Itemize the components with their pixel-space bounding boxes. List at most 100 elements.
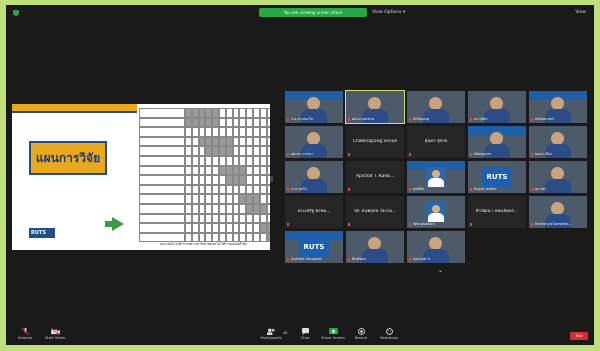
gantt-cell <box>253 136 260 147</box>
gantt-cell <box>225 232 233 243</box>
gantt-cell <box>225 204 233 214</box>
gantt-cell <box>205 146 213 156</box>
participant-tile[interactable]: Ramonya Kaewtha... <box>529 196 587 228</box>
gantt-cell <box>232 127 240 137</box>
participant-tile[interactable]: ผศ.ดร.ปิยะ <box>529 126 587 158</box>
participant-tile[interactable]: RUTS Supot Jaidee <box>468 161 526 193</box>
meeting-toolbar: Unmute Start Video Participants Chat Sha… <box>6 327 594 345</box>
view-button[interactable]: View <box>575 9 586 16</box>
participant-tile[interactable]: Chakkrapong Srisuk <box>346 126 404 158</box>
chevron-down-icon[interactable]: ⌄ <box>438 267 443 275</box>
gantt-cell <box>191 204 199 214</box>
gantt-cell <box>246 204 253 214</box>
participant-tile[interactable]: รศ. ธนพฤกษ์ ใจงาม... <box>346 196 404 228</box>
end-meeting-button[interactable]: End <box>570 332 588 340</box>
gantt-activity-cell <box>139 223 185 233</box>
participant-tile[interactable]: Apichat S. <box>407 231 465 263</box>
record-button[interactable]: Record <box>346 328 376 344</box>
view-options-button[interactable]: View Options ▾ <box>372 9 405 16</box>
gantt-cell <box>232 146 240 156</box>
gantt-cell <box>225 108 233 118</box>
gantt-cell <box>212 204 219 214</box>
reactions-icon <box>385 328 393 335</box>
gantt-cell <box>205 213 213 224</box>
participant-name: ธีรวัฒน์ / หอมจันทร์... <box>475 209 519 214</box>
gantt-cell <box>225 136 233 147</box>
gantt-cell <box>225 194 233 204</box>
gantt-cell <box>246 165 253 176</box>
participant-name: ผศ.ดร.สมชาย <box>352 117 375 121</box>
participant-tile[interactable]: RUTS Apichat Songwat <box>285 231 343 263</box>
gantt-cell <box>225 184 233 195</box>
gantt-cell <box>212 175 219 185</box>
gantt-cell <box>185 117 192 128</box>
participant-tile[interactable]: ร.อ.ดร.ทองใบ <box>285 91 343 123</box>
participants-button[interactable]: Participants <box>256 328 286 344</box>
security-shield-icon[interactable] <box>13 10 19 16</box>
gantt-cell <box>239 184 247 195</box>
participant-tile[interactable]: นาง สมใจ <box>285 161 343 193</box>
gantt-activity-cell <box>139 127 185 137</box>
gantt-activity-cell <box>139 184 185 195</box>
chat-button[interactable]: Chat <box>290 328 320 344</box>
participants-label: Participants <box>260 336 282 340</box>
gantt-cell <box>232 204 240 214</box>
gantt-cell <box>253 165 260 176</box>
gantt-activity-cell <box>139 213 185 224</box>
gantt-cell <box>185 108 192 118</box>
gantt-cell <box>205 117 213 128</box>
gantt-activity-cell <box>139 175 185 185</box>
participant-tile[interactable]: คณิตศาสตร์ <box>529 91 587 123</box>
participant-tile[interactable]: ผศ.ดร.วรรณา <box>285 126 343 158</box>
participant-tile[interactable]: ดร.สุนิสา <box>468 91 526 123</box>
participant-tile[interactable]: สุทธิชัย <box>407 161 465 193</box>
gantt-cell <box>219 136 226 147</box>
participant-tile[interactable]: ธีรวัฒน์ / หอมจันทร์... <box>468 196 526 228</box>
reactions-button[interactable]: Reactions <box>374 328 404 344</box>
participant-name: Apichat T. Kanb... <box>355 174 395 179</box>
gantt-cell <box>191 127 199 137</box>
gantt-cell <box>266 223 270 233</box>
gantt-cell <box>185 156 192 166</box>
participant-tile[interactable]: ประเสริฐ พรหม... <box>285 196 343 228</box>
gantt-cell <box>191 184 199 195</box>
participant-tile[interactable]: Wongsakorn <box>407 196 465 228</box>
gantt-cell <box>198 117 206 128</box>
gantt-cell <box>259 223 267 233</box>
participant-tile[interactable]: Kittipong <box>407 91 465 123</box>
collapse-handle[interactable] <box>270 176 273 182</box>
gantt-cell <box>232 232 240 243</box>
gantt-cell <box>232 156 240 166</box>
gantt-cell <box>212 165 219 176</box>
slide-header-stripe <box>12 104 137 111</box>
participant-tile[interactable]: Waraporn <box>468 126 526 158</box>
gantt-cell <box>239 213 247 224</box>
start-video-button[interactable]: Start Video <box>40 328 70 344</box>
reactions-label: Reactions <box>380 336 398 340</box>
start-video-label: Start Video <box>45 336 65 340</box>
participant-tile[interactable]: Apichat T. Kanb... <box>346 161 404 193</box>
gantt-cell <box>253 223 260 233</box>
share-screen-button[interactable]: Share Screen <box>318 328 348 344</box>
unmute-button[interactable]: Unmute <box>10 328 40 344</box>
gantt-cell <box>198 204 206 214</box>
participant-name: Wongsakorn <box>413 222 436 226</box>
participant-tile[interactable]: สุนทร สุขใจ <box>407 126 465 158</box>
chat-label: Chat <box>300 336 310 340</box>
gantt-activity-cell <box>139 156 185 166</box>
mic-muted-icon <box>21 328 29 335</box>
share-banner[interactable]: You are viewing screen share <box>259 8 367 17</box>
gantt-cell <box>185 194 192 204</box>
gantt-cell <box>219 156 226 166</box>
participant-tile[interactable]: สุภาพร <box>529 161 587 193</box>
participant-tile[interactable]: พิมพ์ชนก <box>346 231 404 263</box>
gantt-cell <box>198 136 206 147</box>
gantt-cell <box>225 175 233 185</box>
gantt-cell <box>185 175 192 185</box>
participant-tile[interactable]: ผศ.ดร.สมชาย <box>345 90 405 124</box>
gantt-cell <box>246 213 253 224</box>
gantt-cell <box>225 146 233 156</box>
gantt-cell <box>212 108 219 118</box>
gantt-cell <box>239 156 247 166</box>
gantt-cell <box>205 223 213 233</box>
